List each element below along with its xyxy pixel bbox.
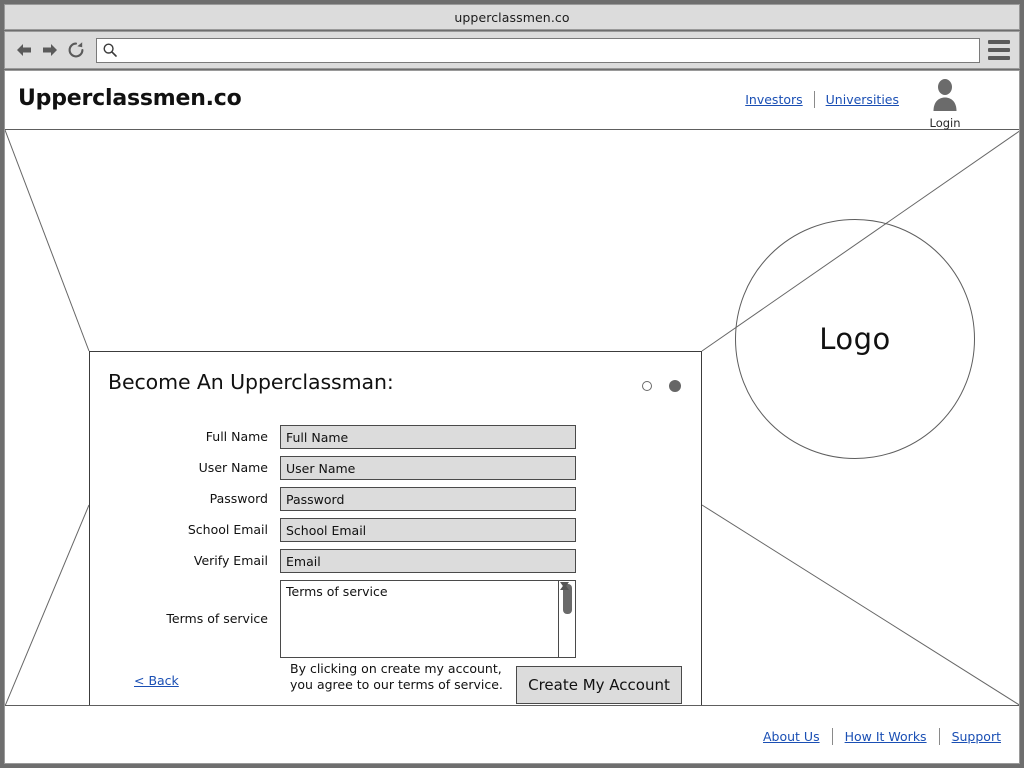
step-indicator <box>642 380 681 392</box>
browser-titlebar: upperclassmen.co <box>4 4 1020 30</box>
create-account-button[interactable]: Create My Account <box>516 666 682 704</box>
form-row-school-email: School Email <box>90 518 703 542</box>
consent-note: By clicking on create my account, you ag… <box>290 661 503 692</box>
site-brand[interactable]: Upperclassmen.co <box>18 86 242 111</box>
logo-placeholder: Logo <box>735 219 975 459</box>
scroll-down-arrow-icon[interactable] <box>559 581 570 589</box>
footer-nav: About Us How It Works Support <box>763 728 1001 745</box>
label-password: Password <box>209 491 268 506</box>
terms-of-service-box[interactable]: Terms of service <box>280 580 576 658</box>
signup-panel: Become An Upperclassman: Full Name User … <box>89 351 702 706</box>
input-user-name[interactable] <box>280 456 576 480</box>
label-full-name: Full Name <box>205 429 268 444</box>
panel-title: Become An Upperclassman: <box>108 370 394 394</box>
hero-area: Logo Become An Upperclassman: Full Name … <box>5 130 1019 706</box>
footer-divider <box>938 728 940 745</box>
footer-link-about-us[interactable]: About Us <box>763 729 820 744</box>
label-school-email: School Email <box>187 522 268 537</box>
terms-of-service-text: Terms of service <box>286 584 388 599</box>
panel-footer: < Back By clicking on create my account,… <box>90 661 703 705</box>
user-avatar-icon <box>933 79 957 111</box>
signup-form: Full Name User Name Password School Emai… <box>90 425 703 665</box>
form-row-verify-email: Verify Email <box>90 549 703 573</box>
login-label: Login <box>929 116 961 130</box>
label-terms-of-service: Terms of service <box>166 611 268 626</box>
terms-scrollbar[interactable] <box>558 581 575 657</box>
input-full-name[interactable] <box>280 425 576 449</box>
form-row-user-name: User Name <box>90 456 703 480</box>
search-icon <box>103 43 117 57</box>
page-viewport: Upperclassmen.co Investors Universities … <box>4 70 1020 764</box>
browser-tab-title: upperclassmen.co <box>454 9 570 25</box>
header-link-universities[interactable]: Universities <box>826 92 899 107</box>
header-link-investors[interactable]: Investors <box>745 92 802 107</box>
input-verify-email[interactable] <box>280 549 576 573</box>
screen: upperclassmen.co Upperclassmen.co Invest… <box>0 0 1024 768</box>
label-user-name: User Name <box>198 460 268 475</box>
label-verify-email: Verify Email <box>193 553 268 568</box>
form-row-full-name: Full Name <box>90 425 703 449</box>
input-password[interactable] <box>280 487 576 511</box>
header-nav: Investors Universities <box>745 91 899 108</box>
input-school-email[interactable] <box>280 518 576 542</box>
browser-toolbar <box>4 31 1020 69</box>
form-row-terms: Terms of service Terms of service <box>90 580 703 658</box>
footer-link-support[interactable]: Support <box>952 729 1001 744</box>
logo-label: Logo <box>819 322 891 356</box>
login-button[interactable]: Login <box>916 77 974 130</box>
back-link[interactable]: < Back <box>134 673 179 688</box>
site-footer: About Us How It Works Support <box>5 705 1019 763</box>
back-arrow-icon[interactable] <box>12 37 36 63</box>
forward-arrow-icon[interactable] <box>38 37 62 63</box>
nav-divider <box>813 91 815 108</box>
reload-icon[interactable] <box>64 37 88 63</box>
step-dot-2[interactable] <box>669 380 681 392</box>
hamburger-menu-icon[interactable] <box>988 37 1010 63</box>
footer-divider <box>831 728 833 745</box>
address-input[interactable] <box>118 39 979 61</box>
form-row-password: Password <box>90 487 703 511</box>
site-header: Upperclassmen.co Investors Universities … <box>5 71 1019 130</box>
address-bar[interactable] <box>96 37 980 63</box>
step-dot-1[interactable] <box>642 381 652 391</box>
footer-link-how-it-works[interactable]: How It Works <box>845 729 927 744</box>
